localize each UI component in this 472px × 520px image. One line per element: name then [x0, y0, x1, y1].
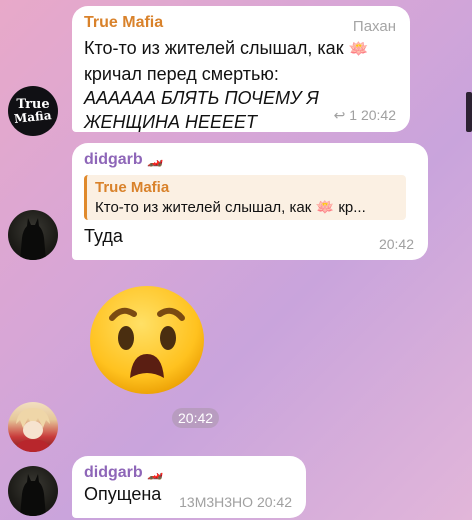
message-time: 20:42: [256, 494, 292, 510]
message-time: 20:42: [378, 236, 414, 252]
quote-text-body: Кто-то из жителей слышал, как: [95, 199, 312, 216]
sender-name[interactable]: True Mafia: [84, 14, 398, 32]
sender-name[interactable]: didgarb 🏎️: [84, 464, 294, 482]
message-time: 20:42: [172, 408, 220, 428]
message-meta: ↩ 1 20:42: [334, 107, 396, 124]
quote-sender: True Mafia: [95, 179, 170, 196]
message-time: 20:42: [360, 107, 396, 123]
sender-name-text: didgarb: [84, 151, 143, 168]
sender-name[interactable]: didgarb 🏎️: [84, 151, 416, 169]
sender-name-text: didgarb: [84, 464, 143, 481]
car-icon: 🏎️: [147, 152, 164, 167]
reply-count: 1: [349, 107, 358, 123]
quote-text-suffix: кр...: [338, 199, 366, 216]
message-meta: 13M3H3HO 20:42: [179, 494, 292, 510]
avatar[interactable]: True Mafia: [8, 86, 58, 136]
avatar-logo-text: Mafia: [13, 107, 53, 126]
message-bubble[interactable]: didgarb 🏎️ Опущена 13M3H3HO 20:42: [72, 456, 306, 518]
quote-text: Кто-то из жителей слышал, как 🪷 кр...: [95, 198, 398, 216]
message-text: кричал перед смертью:: [84, 64, 279, 84]
anime-character-icon: [14, 408, 52, 452]
batman-silhouette-icon: [20, 474, 46, 516]
lotus-icon: 🪷: [315, 199, 335, 216]
sticker-anxious-face[interactable]: [88, 284, 206, 396]
reply-quote[interactable]: True Mafia Кто-то из жителей слышал, как…: [84, 175, 406, 220]
role-badge: Пахан: [352, 18, 396, 35]
avatar[interactable]: [8, 402, 58, 452]
message-extra: 13M3H3HO: [179, 494, 254, 510]
avatar[interactable]: [8, 210, 58, 260]
reply-icon[interactable]: ↩: [334, 107, 346, 123]
message-bubble[interactable]: True Mafia Пахан Кто-то из жителей слыша…: [72, 6, 410, 132]
message-text: Туда: [84, 226, 123, 246]
car-icon: 🏎️: [147, 465, 164, 480]
batman-silhouette-icon: [20, 218, 46, 260]
avatar[interactable]: [8, 466, 58, 516]
message-text: Кто-то из жителей слышал, как: [84, 38, 344, 58]
lotus-icon: 🪷: [348, 41, 369, 58]
scrollbar-thumb[interactable]: [466, 92, 472, 132]
message-bubble[interactable]: didgarb 🏎️ True Mafia Кто-то из жителей …: [72, 143, 428, 260]
